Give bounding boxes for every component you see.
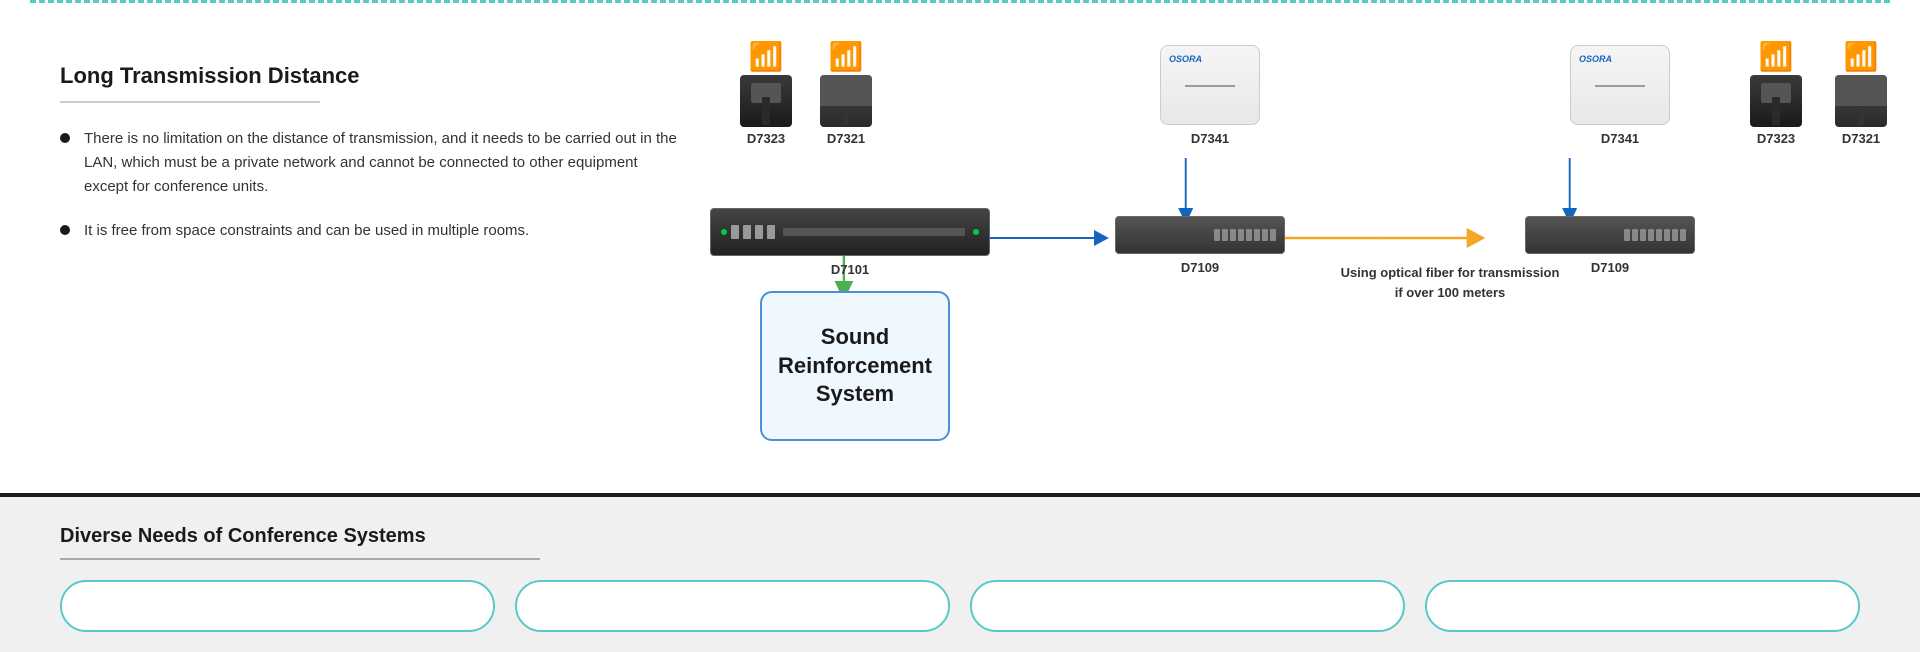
bottom-card-3 bbox=[970, 580, 1405, 632]
label-d7341-left: D7341 bbox=[1191, 131, 1229, 146]
sw-port-5 bbox=[1246, 229, 1252, 241]
device-d7341-right: OSORA D7341 bbox=[1570, 45, 1670, 146]
sw-r-port-6 bbox=[1664, 229, 1670, 241]
sw-r-port-7 bbox=[1672, 229, 1678, 241]
device-d7101: D7101 bbox=[710, 208, 990, 277]
bullet-dot-1 bbox=[60, 133, 70, 143]
ap-unit-left: OSORA bbox=[1160, 45, 1260, 125]
right-diagram: 📶 D7323 📶 D7321 bbox=[680, 23, 1860, 463]
ap-unit-right: OSORA bbox=[1570, 45, 1670, 125]
sw-port-2 bbox=[1222, 229, 1228, 241]
sw-port-8 bbox=[1270, 229, 1276, 241]
ap-logo-left: OSORA bbox=[1169, 54, 1202, 64]
fiber-note: Using optical fiber for transmission if … bbox=[1330, 263, 1570, 302]
label-d7341-right: D7341 bbox=[1601, 131, 1639, 146]
bullet-item-2: It is free from space constraints and ca… bbox=[60, 219, 680, 243]
device-d7341-left: OSORA D7341 bbox=[1160, 45, 1260, 146]
section-title: Long Transmission Distance bbox=[60, 63, 680, 89]
device-d7321-right: 📶 D7321 bbox=[1835, 43, 1887, 146]
sw-port-7 bbox=[1262, 229, 1268, 241]
port-1 bbox=[731, 225, 739, 239]
sw-r-port-4 bbox=[1648, 229, 1654, 241]
bottom-card-1 bbox=[60, 580, 495, 632]
sw-port-1 bbox=[1214, 229, 1220, 241]
wifi-icon-d7321-left: 📶 bbox=[829, 43, 864, 71]
ap-logo-right: OSORA bbox=[1579, 54, 1612, 64]
sw-port-4 bbox=[1238, 229, 1244, 241]
bottom-section: Diverse Needs of Conference Systems bbox=[0, 493, 1920, 652]
led-1 bbox=[721, 229, 727, 235]
sw-port-6 bbox=[1254, 229, 1260, 241]
port-3 bbox=[755, 225, 763, 239]
wifi-icon-d7321-right: 📶 bbox=[1844, 43, 1879, 71]
bullet-dot-2 bbox=[60, 225, 70, 235]
sw-r-port-8 bbox=[1680, 229, 1686, 241]
switch-unit-right bbox=[1525, 216, 1695, 254]
sw-r-port-1 bbox=[1624, 229, 1630, 241]
title-underline bbox=[60, 101, 320, 103]
wifi-icon-d7323-left: 📶 bbox=[749, 43, 784, 71]
port-4 bbox=[767, 225, 775, 239]
bottom-title: Diverse Needs of Conference Systems bbox=[60, 525, 1860, 548]
bullet-item-1: There is no limitation on the distance o… bbox=[60, 127, 680, 199]
switch-unit-left bbox=[1115, 216, 1285, 254]
sw-port-3 bbox=[1230, 229, 1236, 241]
device-d7109-left: D7109 bbox=[1115, 216, 1285, 275]
sound-box: Sound Reinforcement System bbox=[760, 291, 950, 441]
sw-r-port-5 bbox=[1656, 229, 1662, 241]
sw-r-port-2 bbox=[1632, 229, 1638, 241]
sw-r-port-3 bbox=[1640, 229, 1646, 241]
processor-unit bbox=[710, 208, 990, 256]
bottom-underline bbox=[60, 558, 540, 560]
label-d7109-left: D7109 bbox=[1181, 260, 1219, 275]
bullet-text-2: It is free from space constraints and ca… bbox=[84, 219, 529, 243]
diagram-container: 📶 D7323 📶 D7321 bbox=[680, 23, 1860, 463]
device-d7323-right: 📶 D7323 bbox=[1750, 43, 1802, 146]
bottom-card-4 bbox=[1425, 580, 1860, 632]
wifi-icon-d7323-right: 📶 bbox=[1759, 43, 1794, 71]
ap-line-left bbox=[1185, 85, 1235, 87]
sound-box-text: Sound Reinforcement System bbox=[778, 323, 932, 409]
left-content: Long Transmission Distance There is no l… bbox=[60, 23, 680, 463]
label-d7323-left: D7323 bbox=[747, 131, 785, 146]
led-2 bbox=[973, 229, 979, 235]
bottom-cards bbox=[60, 580, 1860, 632]
device-d7321-left: 📶 D7321 bbox=[820, 43, 872, 146]
main-section: Long Transmission Distance There is no l… bbox=[0, 3, 1920, 493]
label-d7321-left: D7321 bbox=[827, 131, 865, 146]
port-2 bbox=[743, 225, 751, 239]
bullet-text-1: There is no limitation on the distance o… bbox=[84, 127, 680, 199]
device-d7323-left: 📶 D7323 bbox=[740, 43, 792, 146]
bottom-card-2 bbox=[515, 580, 950, 632]
label-d7109-right: D7109 bbox=[1591, 260, 1629, 275]
label-d7321-right: D7321 bbox=[1842, 131, 1880, 146]
label-d7101: D7101 bbox=[831, 262, 869, 277]
label-d7323-right: D7323 bbox=[1757, 131, 1795, 146]
ap-line-right bbox=[1595, 85, 1645, 87]
